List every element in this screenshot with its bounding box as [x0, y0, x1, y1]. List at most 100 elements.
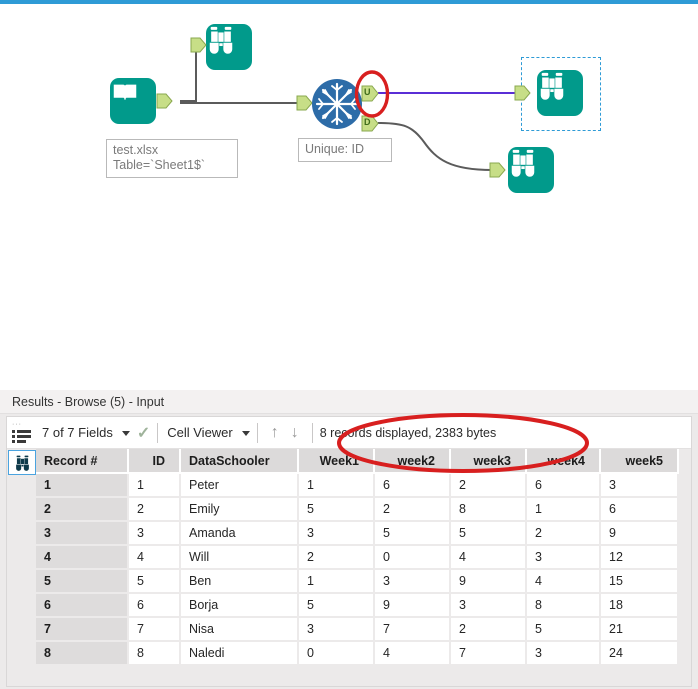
table-row[interactable]: 5 5 Ben 1 3 9 4 15: [36, 569, 679, 594]
table-cell[interactable]: 3: [128, 521, 181, 546]
table-cell[interactable]: 2: [36, 497, 129, 522]
table-cell[interactable]: 5: [374, 521, 451, 546]
workflow-node-input[interactable]: [110, 78, 156, 124]
column-header-week5[interactable]: week5: [600, 449, 679, 474]
table-cell[interactable]: 3: [298, 617, 375, 642]
table-cell[interactable]: 4: [36, 545, 129, 570]
column-header-id[interactable]: ID: [128, 449, 181, 474]
anchor-output-input-tool[interactable]: [156, 93, 174, 111]
anchor-input-browse-selected[interactable]: [514, 85, 532, 103]
workflow-node-browse-top[interactable]: [206, 24, 252, 70]
column-header-week2[interactable]: week2: [374, 449, 451, 474]
scroll-down-button[interactable]: ↓: [291, 424, 299, 441]
scroll-up-button[interactable]: ↑: [271, 424, 279, 441]
table-cell[interactable]: 1: [36, 473, 129, 498]
table-cell[interactable]: 5: [526, 617, 601, 642]
table-cell[interactable]: 8: [36, 641, 129, 666]
chevron-down-icon[interactable]: [241, 431, 250, 436]
table-cell[interactable]: 1: [526, 497, 601, 522]
table-cell[interactable]: 9: [600, 521, 679, 546]
fields-selector[interactable]: 7 of 7 Fields ✓: [40, 417, 150, 448]
table-cell[interactable]: 5: [298, 497, 375, 522]
table-cell[interactable]: 7: [374, 617, 451, 642]
table-cell[interactable]: 6: [36, 593, 129, 618]
table-cell[interactable]: Naledi: [180, 641, 299, 666]
table-cell[interactable]: 0: [298, 641, 375, 666]
table-cell[interactable]: 8: [526, 593, 601, 618]
check-icon[interactable]: ✓: [137, 423, 150, 443]
table-cell[interactable]: 2: [450, 473, 527, 498]
anchor-input-browse-bottom[interactable]: [489, 162, 507, 180]
table-cell[interactable]: 5: [298, 593, 375, 618]
table-cell[interactable]: 12: [600, 545, 679, 570]
table-cell[interactable]: 1: [298, 473, 375, 498]
table-cell[interactable]: 3: [374, 569, 451, 594]
table-row[interactable]: 8 8 Naledi 0 4 7 3 24: [36, 641, 679, 666]
table-cell[interactable]: Peter: [180, 473, 299, 498]
column-header-record[interactable]: Record #: [36, 449, 129, 474]
chevron-down-icon[interactable]: [121, 431, 130, 436]
table-cell[interactable]: 0: [374, 545, 451, 570]
table-cell[interactable]: 4: [128, 545, 181, 570]
table-cell[interactable]: 1: [298, 569, 375, 594]
table-row[interactable]: 2 2 Emily 5 2 8 1 6: [36, 497, 679, 522]
table-cell[interactable]: 5: [128, 569, 181, 594]
table-cell[interactable]: Ben: [180, 569, 299, 594]
cell-viewer-selector[interactable]: Cell Viewer: [165, 417, 250, 448]
table-cell[interactable]: 2: [298, 545, 375, 570]
table-cell[interactable]: 6: [128, 593, 181, 618]
table-cell[interactable]: 24: [600, 641, 679, 666]
table-cell[interactable]: 6: [526, 473, 601, 498]
table-cell[interactable]: Borja: [180, 593, 299, 618]
workflow-canvas[interactable]: test.xlsx Table=`Sheet1$` U D Unique: ID: [0, 4, 698, 390]
table-cell[interactable]: 6: [374, 473, 451, 498]
table-cell[interactable]: 3: [526, 545, 601, 570]
table-cell[interactable]: 4: [450, 545, 527, 570]
table-row[interactable]: 6 6 Borja 5 9 3 8 18: [36, 593, 679, 618]
column-header-week1[interactable]: Week1: [298, 449, 375, 474]
table-row[interactable]: 1 1 Peter 1 6 2 6 3: [36, 473, 679, 498]
table-cell[interactable]: 7: [128, 617, 181, 642]
table-cell[interactable]: 9: [450, 569, 527, 594]
anchor-input-browse-top[interactable]: [190, 37, 208, 55]
column-header-week3[interactable]: week3: [450, 449, 527, 474]
table-cell[interactable]: 8: [128, 641, 181, 666]
anchor-output-unique-d[interactable]: D: [361, 115, 380, 132]
workflow-node-browse-bottom[interactable]: [508, 147, 554, 193]
table-cell[interactable]: 3: [298, 521, 375, 546]
table-cell[interactable]: Amanda: [180, 521, 299, 546]
table-cell[interactable]: 21: [600, 617, 679, 642]
table-row[interactable]: 7 7 Nisa 3 7 2 5 21: [36, 617, 679, 642]
table-cell[interactable]: 18: [600, 593, 679, 618]
anchor-output-unique-u[interactable]: U: [361, 85, 380, 102]
table-cell[interactable]: 3: [36, 521, 129, 546]
table-row[interactable]: 3 3 Amanda 3 5 5 2 9: [36, 521, 679, 546]
table-row[interactable]: 4 4 Will 2 0 4 3 12: [36, 545, 679, 570]
table-cell[interactable]: Emily: [180, 497, 299, 522]
table-cell[interactable]: 3: [600, 473, 679, 498]
table-cell[interactable]: 7: [36, 617, 129, 642]
table-cell[interactable]: 2: [526, 521, 601, 546]
table-cell[interactable]: 6: [600, 497, 679, 522]
table-cell[interactable]: 2: [374, 497, 451, 522]
table-cell[interactable]: 7: [450, 641, 527, 666]
table-cell[interactable]: 4: [526, 569, 601, 594]
table-cell[interactable]: 5: [450, 521, 527, 546]
results-table-container[interactable]: Record # ID DataSchooler Week1 week2 week3 wee…: [7, 449, 691, 686]
table-cell[interactable]: 2: [128, 497, 181, 522]
table-cell[interactable]: Will: [180, 545, 299, 570]
table-cell[interactable]: 3: [450, 593, 527, 618]
column-header-dataschooler[interactable]: DataSchooler: [180, 449, 299, 474]
column-header-week4[interactable]: week4: [526, 449, 601, 474]
table-cell[interactable]: 5: [36, 569, 129, 594]
table-cell[interactable]: 9: [374, 593, 451, 618]
table-cell[interactable]: 1: [128, 473, 181, 498]
table-cell[interactable]: 2: [450, 617, 527, 642]
table-cell[interactable]: 8: [450, 497, 527, 522]
table-cell[interactable]: 15: [600, 569, 679, 594]
workflow-node-browse-selected[interactable]: [537, 70, 583, 116]
record-list-icon[interactable]: ···: [12, 419, 36, 447]
table-cell[interactable]: Nisa: [180, 617, 299, 642]
table-cell[interactable]: 3: [526, 641, 601, 666]
browse-tab-button[interactable]: [8, 450, 36, 475]
